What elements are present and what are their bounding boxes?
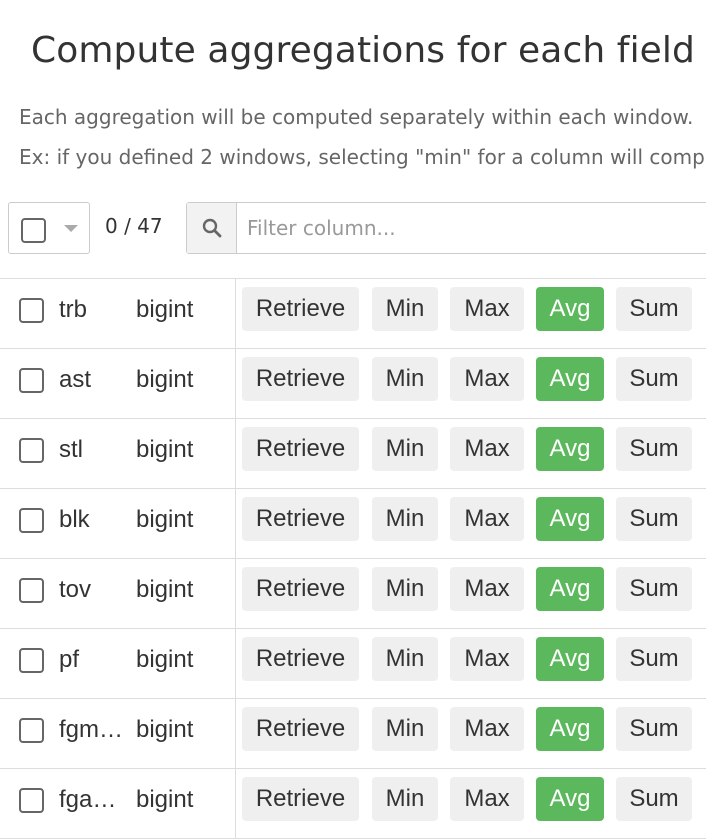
table-row: fgm… bigint Retrieve Min Max Avg Sum bbox=[0, 699, 706, 769]
min-button[interactable]: Min bbox=[372, 427, 438, 471]
max-button[interactable]: Max bbox=[450, 287, 524, 331]
table-row: tov bigint Retrieve Min Max Avg Sum bbox=[0, 559, 706, 629]
avg-button[interactable]: Avg bbox=[536, 777, 604, 821]
retrieve-button[interactable]: Retrieve bbox=[242, 427, 359, 471]
column-name: trb bbox=[59, 296, 88, 323]
column-name: stl bbox=[59, 436, 83, 463]
retrieve-button[interactable]: Retrieve bbox=[242, 357, 359, 401]
min-button[interactable]: Min bbox=[372, 497, 438, 541]
max-button[interactable]: Max bbox=[450, 777, 524, 821]
column-toolbar: 0 / 47 bbox=[8, 202, 706, 254]
table-row: ast bigint Retrieve Min Max Avg Sum bbox=[0, 349, 706, 419]
filter-column-input[interactable] bbox=[239, 203, 706, 253]
sum-button[interactable]: Sum bbox=[616, 357, 692, 401]
column-type: bigint bbox=[136, 576, 194, 603]
column-type: bigint bbox=[136, 716, 194, 743]
retrieve-button[interactable]: Retrieve bbox=[242, 287, 359, 331]
avg-button[interactable]: Avg bbox=[536, 637, 604, 681]
sum-button[interactable]: Sum bbox=[616, 287, 692, 331]
table-row: trb bigint Retrieve Min Max Avg Sum bbox=[0, 279, 706, 349]
description-line-2: Ex: if you defined 2 windows, selecting … bbox=[19, 145, 706, 169]
sum-button[interactable]: Sum bbox=[616, 777, 692, 821]
column-name: fgm… bbox=[59, 716, 124, 743]
table-row: fga_… bigint Retrieve Min Max Avg Sum bbox=[0, 769, 706, 839]
column-name: pf bbox=[59, 646, 80, 673]
min-button[interactable]: Min bbox=[372, 707, 438, 751]
sum-button[interactable]: Sum bbox=[616, 637, 692, 681]
avg-button[interactable]: Avg bbox=[536, 497, 604, 541]
retrieve-button[interactable]: Retrieve bbox=[242, 497, 359, 541]
chevron-down-icon[interactable] bbox=[64, 225, 78, 232]
select-all-dropdown[interactable] bbox=[8, 202, 90, 254]
retrieve-button[interactable]: Retrieve bbox=[242, 707, 359, 751]
search-icon bbox=[202, 218, 222, 238]
column-name: fga_… bbox=[59, 786, 129, 813]
avg-button[interactable]: Avg bbox=[536, 707, 604, 751]
row-checkbox[interactable] bbox=[19, 368, 44, 393]
search-button[interactable] bbox=[187, 203, 237, 253]
max-button[interactable]: Max bbox=[450, 637, 524, 681]
min-button[interactable]: Min bbox=[372, 567, 438, 611]
row-checkbox[interactable] bbox=[19, 648, 44, 673]
table-row: blk bigint Retrieve Min Max Avg Sum bbox=[0, 489, 706, 559]
retrieve-button[interactable]: Retrieve bbox=[242, 637, 359, 681]
filter-box bbox=[186, 202, 706, 254]
selected-count: 0 / 47 bbox=[105, 214, 163, 238]
min-button[interactable]: Min bbox=[372, 287, 438, 331]
avg-button[interactable]: Avg bbox=[536, 427, 604, 471]
row-checkbox[interactable] bbox=[19, 718, 44, 743]
column-type: bigint bbox=[136, 786, 194, 813]
column-name: blk bbox=[59, 506, 90, 533]
table-row: stl bigint Retrieve Min Max Avg Sum bbox=[0, 419, 706, 489]
row-checkbox[interactable] bbox=[19, 788, 44, 813]
retrieve-button[interactable]: Retrieve bbox=[242, 567, 359, 611]
column-type: bigint bbox=[136, 436, 194, 463]
max-button[interactable]: Max bbox=[450, 567, 524, 611]
column-name: ast bbox=[59, 366, 92, 393]
aggregation-table: trb bigint Retrieve Min Max Avg Sum ast bigint Re… bbox=[0, 278, 706, 839]
page-title: Compute aggregations for each field bbox=[31, 30, 695, 71]
min-button[interactable]: Min bbox=[372, 777, 438, 821]
select-all-checkbox[interactable] bbox=[21, 218, 46, 243]
column-type: bigint bbox=[136, 506, 194, 533]
avg-button[interactable]: Avg bbox=[536, 287, 604, 331]
sum-button[interactable]: Sum bbox=[616, 567, 692, 611]
column-type: bigint bbox=[136, 366, 194, 393]
column-type: bigint bbox=[136, 646, 194, 673]
sum-button[interactable]: Sum bbox=[616, 707, 692, 751]
max-button[interactable]: Max bbox=[450, 497, 524, 541]
max-button[interactable]: Max bbox=[450, 357, 524, 401]
column-name: tov bbox=[59, 576, 92, 603]
min-button[interactable]: Min bbox=[372, 637, 438, 681]
sum-button[interactable]: Sum bbox=[616, 427, 692, 471]
row-checkbox[interactable] bbox=[19, 578, 44, 603]
avg-button[interactable]: Avg bbox=[536, 567, 604, 611]
description-line-1: Each aggregation will be computed separa… bbox=[19, 105, 694, 129]
sum-button[interactable]: Sum bbox=[616, 497, 692, 541]
row-checkbox[interactable] bbox=[19, 298, 44, 323]
avg-button[interactable]: Avg bbox=[536, 357, 604, 401]
retrieve-button[interactable]: Retrieve bbox=[242, 777, 359, 821]
column-type: bigint bbox=[136, 296, 194, 323]
table-row: pf bigint Retrieve Min Max Avg Sum bbox=[0, 629, 706, 699]
max-button[interactable]: Max bbox=[450, 427, 524, 471]
row-checkbox[interactable] bbox=[19, 438, 44, 463]
row-checkbox[interactable] bbox=[19, 508, 44, 533]
max-button[interactable]: Max bbox=[450, 707, 524, 751]
min-button[interactable]: Min bbox=[372, 357, 438, 401]
